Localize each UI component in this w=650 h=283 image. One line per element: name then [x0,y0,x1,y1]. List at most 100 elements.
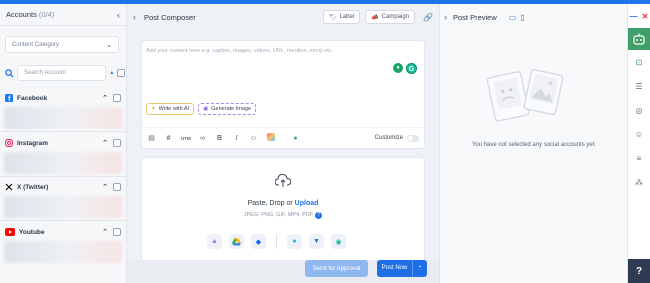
share-network-icon[interactable]: ⁂ [628,170,650,194]
collapse-left-icon[interactable]: ‹ [133,12,136,22]
chat-icon[interactable]: ◎ [628,98,650,122]
divider [0,131,126,132]
youtube-icon [5,228,15,236]
vistacreate-icon[interactable]: ▼ [309,234,324,249]
utm-icon[interactable]: UTM [181,136,191,141]
close-icon[interactable]: ✕ [642,12,649,21]
suggestion-bulb-icon[interactable]: ● [393,63,403,73]
account-row[interactable] [4,196,122,218]
content-category-label: Content Category [12,41,60,48]
hashtag-icon[interactable]: # [164,135,173,142]
media-library-icon[interactable] [266,133,275,143]
composer-footer: Send for Approval Post Now ⌃ [127,260,439,283]
image-icon: ▣ [203,106,209,112]
instagram-icon [5,139,13,147]
megaphone-icon: 📣 [371,14,379,21]
write-with-ai-button[interactable]: ✦ Write with AI [146,103,195,115]
upload-prefix: Paste, Drop or [247,200,295,207]
link-icon[interactable]: 🔗 [423,13,433,22]
media-sources: ▲ ◆ ● ▼ ◉ [207,234,346,249]
save-icon[interactable]: ▤ [147,134,156,142]
network-group-facebook: f Facebook ⌃ [0,91,126,132]
account-row[interactable] [4,241,122,263]
expand-right-icon[interactable]: › [444,12,447,22]
scan-icon[interactable]: ⊡ [628,50,650,74]
content-category-select[interactable]: Content Category ⌄ [5,36,119,53]
toggle-switch[interactable] [407,134,419,142]
dropbox-icon[interactable]: ◆ [251,234,266,249]
account-search-row: Search Account ▲ [5,65,125,81]
select-all-checkbox[interactable] [117,69,125,77]
network-name-facebook: Facebook [17,94,48,102]
empty-preview-illustration [485,64,567,128]
canva-icon[interactable]: ● [291,135,300,142]
network-group-youtube: Youtube ⌃ [0,225,126,265]
account-row[interactable] [4,107,122,129]
window-controls: — ✕ [628,4,650,28]
help-button[interactable]: ? [628,259,650,283]
divider [0,220,126,221]
link-shortener-icon[interactable]: ∞ [198,135,207,142]
facebook-checkbox[interactable] [113,94,121,102]
ai-assistant-icon[interactable] [628,28,650,50]
mobile-icon[interactable]: ▯ [520,13,524,22]
upload-link[interactable]: Upload [295,200,319,207]
divider [0,176,126,177]
x-checkbox[interactable] [113,183,121,191]
tag-icon: 🏷 [328,14,337,21]
preview-empty-message: You have not selected any social account… [471,142,597,148]
italic-icon[interactable]: I [232,134,241,142]
canva-source-icon[interactable]: ● [287,234,302,249]
customize-toggle[interactable]: Customize [374,134,419,142]
upload-formats-row: JPEG, PNG, GIF, MP4, PDF? [142,212,424,219]
collapse-facebook-icon[interactable]: ⌃ [102,94,108,102]
minimize-icon[interactable]: — [630,12,638,21]
post-now-label: Post Now [377,260,413,277]
preview-header: › Post Preview ▭ ▯ [440,4,627,30]
media-upload-area[interactable]: Paste, Drop or Upload JPEG, PNG, GIF, MP… [141,157,425,260]
checklist-icon[interactable]: ☰ [628,74,650,98]
campaign-button[interactable]: 📣 Campaign [365,10,416,24]
accounts-panel: Accounts (0/4) ‹ Content Category ⌄ Sear… [0,4,127,283]
editor-toolbar: ▤ # UTM ∞ B I ☺ ● Customize [142,127,424,148]
facebook-icon: f [5,94,13,102]
google-drive-icon[interactable] [229,234,244,249]
divider [276,234,277,249]
emoji-icon[interactable]: ☺ [249,135,258,142]
list-icon[interactable]: ≡ [628,146,650,170]
accounts-title: Accounts [6,10,37,19]
help-icon[interactable]: ? [315,212,323,219]
post-now-button[interactable]: Post Now ⌃ [377,260,427,277]
instagram-checkbox[interactable] [113,139,121,147]
collapse-instagram-icon[interactable]: ⌃ [102,139,108,147]
composer-title: Post Composer [144,12,196,22]
team-icon[interactable]: ☺ [628,122,650,146]
write-with-ai-label: Write with AI [158,106,190,112]
right-tool-rail: — ✕ ⊡ ☰ ◎ ☺ ≡ ⁂ ? [627,4,650,283]
post-editor[interactable]: Add your content here e.g. caption, imag… [141,40,425,149]
chevron-down-icon: ⌄ [106,41,112,49]
collapse-x-icon[interactable]: ⌃ [102,183,108,191]
ai-image-source-icon[interactable]: ▲ [207,234,222,249]
upload-instructions: Paste, Drop or Upload [142,200,424,207]
network-name-instagram: Instagram [17,139,49,147]
label-button[interactable]: 🏷 Label [322,10,361,24]
grammarly-icon[interactable]: G [406,63,417,74]
filter-toggle-icon[interactable]: ▲ [109,70,114,76]
collapse-youtube-icon[interactable]: ⌃ [102,228,108,236]
account-row[interactable] [4,152,122,174]
account-search-input[interactable]: Search Account [17,65,107,81]
chevron-up-icon[interactable]: ⌃ [413,265,427,272]
customize-label: Customize [374,135,403,141]
search-icon [5,68,14,78]
accounts-header: Accounts (0/4) ‹ [0,4,126,26]
generate-image-button[interactable]: ▣ Generate Image [198,103,257,115]
giphy-icon[interactable]: ◉ [331,234,346,249]
collapse-accounts-icon[interactable]: ‹ [117,10,120,20]
bold-icon[interactable]: B [215,135,224,142]
youtube-checkbox[interactable] [113,228,121,236]
network-name-youtube: Youtube [19,228,45,236]
desktop-icon[interactable]: ▭ [509,13,517,22]
network-group-instagram: Instagram ⌃ [0,136,126,177]
send-for-approval-button[interactable]: Send for Approval [305,260,368,277]
